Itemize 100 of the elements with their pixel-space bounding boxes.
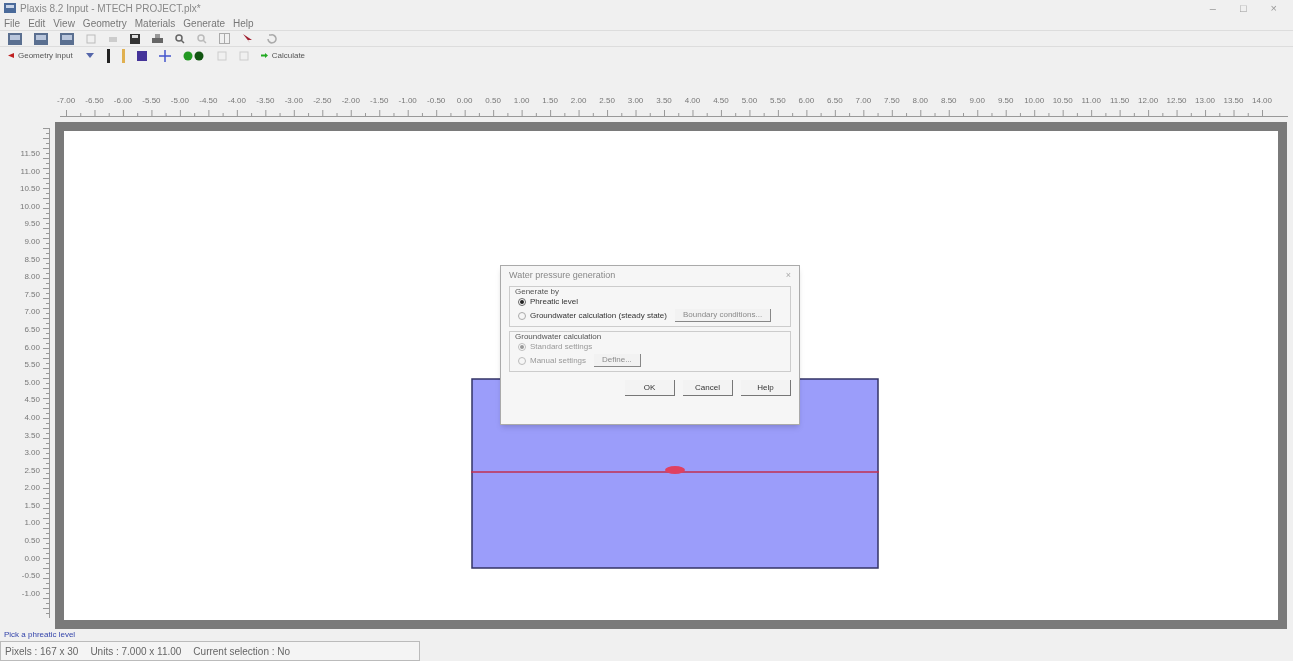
window-title: Plaxis 8.2 Input - MTECH PROJECT.plx* (20, 1, 201, 16)
radio-option[interactable]: Phreatic level (518, 298, 579, 306)
dialog-button[interactable]: Cancel (683, 380, 733, 396)
ruler-label: 1.00 (24, 519, 40, 528)
toolbar-icon[interactable] (34, 32, 48, 45)
ruler-label: -4.50 (199, 97, 218, 105)
ruler-label: 1.50 (24, 501, 40, 510)
close-button[interactable]: × (1270, 0, 1277, 17)
radio-option[interactable]: Groundwater calculation (steady state) (518, 311, 667, 320)
ruler-label: -6.50 (85, 97, 104, 105)
ruler-label: -6.00 (113, 97, 133, 105)
status-text: Current selection : No (193, 644, 291, 659)
ruler-label: 3.50 (656, 97, 672, 105)
save-icon[interactable] (130, 33, 140, 44)
menu-item[interactable]: View (53, 15, 75, 31)
ruler-label: -3.00 (284, 97, 303, 105)
ruler-label: -1.50 (370, 97, 389, 105)
caret-icon[interactable] (84, 51, 95, 60)
ruler-label: 6.50 (24, 325, 40, 334)
ruler-label: 2.50 (599, 97, 615, 105)
ruler-label: -5.50 (142, 97, 161, 105)
toolbar-icon[interactable] (158, 49, 171, 62)
ruler-label: -2.50 (313, 97, 332, 105)
minimize-button[interactable]: – (1209, 0, 1216, 17)
ruler-label: 0.00 (456, 97, 473, 105)
ruler-label: 1.50 (542, 97, 558, 105)
ruler-label: 10.00 (1024, 97, 1045, 105)
radio-button[interactable] (518, 298, 526, 306)
ruler-label: 5.50 (770, 97, 786, 105)
ruler-label: 2.00 (570, 97, 587, 105)
ruler-label: -0.50 (427, 97, 446, 105)
calculate-button[interactable]: Calculate (260, 49, 306, 62)
menu-item[interactable]: Help (233, 15, 254, 31)
ruler-label: 6.00 (24, 343, 40, 352)
ruler-label: -2.00 (341, 97, 360, 105)
app-icon (4, 3, 16, 13)
arrow-icon (8, 53, 14, 58)
ruler-label: 7.00 (24, 308, 40, 317)
ruler-label: 6.00 (798, 97, 815, 105)
ruler-label: 13.50 (1223, 97, 1244, 105)
ruler-label: 7.50 (884, 97, 900, 105)
ruler-label: 13.00 (1195, 97, 1216, 105)
ruler-label: 0.50 (24, 537, 40, 546)
geometry-input-button[interactable]: Geometry input (8, 49, 73, 62)
ruler-label: 5.50 (24, 361, 40, 370)
circles-icon[interactable] (182, 50, 205, 61)
print-icon[interactable] (152, 33, 163, 44)
ruler-label: 8.00 (912, 97, 929, 105)
menu-item[interactable]: Generate (183, 15, 226, 31)
ruler-label: 11.00 (20, 167, 40, 176)
ruler-label: -7.00 (56, 97, 76, 105)
ruler-label: 5.00 (741, 97, 758, 105)
ruler-label: -5.00 (170, 97, 189, 105)
status-hint: Pick a phreatic level (4, 631, 76, 639)
ruler-label: 4.50 (713, 97, 729, 105)
dialog-button[interactable]: OK (625, 380, 675, 396)
ruler-label: -4.00 (227, 97, 246, 105)
ruler-label: 2.50 (24, 466, 40, 475)
dialog-title: Water pressure generation (509, 269, 616, 283)
ruler-label: 9.50 (997, 97, 1014, 105)
ruler-label: -3.50 (256, 97, 275, 105)
phreatic-marker (664, 465, 686, 475)
menu-item[interactable]: Geometry (82, 15, 127, 31)
ruler-label: 8.00 (24, 273, 40, 282)
ruler-label: 7.50 (24, 290, 40, 299)
close-button[interactable]: × (785, 269, 791, 283)
ruler-label: 4.00 (684, 97, 701, 105)
status-text: Pixels : 167 x 30 (5, 644, 79, 659)
toolbar-icon[interactable] (136, 50, 147, 61)
ruler-label: 10.00 (19, 202, 40, 211)
ruler-label: 10.50 (1052, 97, 1073, 105)
ruler-label: 8.50 (24, 255, 40, 264)
maximize-button[interactable]: □ (1239, 0, 1247, 17)
group-title: Generate by (514, 288, 561, 296)
toolbar-icon[interactable] (8, 32, 22, 45)
ruler-label: 3.50 (24, 431, 40, 440)
ruler-label: 2.00 (24, 484, 40, 493)
ruler-label: 9.50 (24, 220, 40, 229)
ruler-label: 0.50 (485, 97, 501, 105)
ruler-label: 8.50 (940, 97, 957, 105)
ruler-label: 11.50 (20, 150, 40, 158)
ruler-label: -1.00 (21, 589, 40, 598)
menu-item[interactable]: File (4, 15, 21, 31)
search-icon[interactable] (175, 33, 185, 44)
ruler-label: 9.00 (969, 97, 985, 105)
ruler-label: 11.50 (1109, 97, 1130, 105)
toolbar-icon[interactable] (60, 32, 74, 45)
dialog-button[interactable]: Help (741, 380, 791, 396)
ruler-label: 11.00 (1081, 97, 1101, 105)
menu-item[interactable]: Edit (28, 15, 46, 31)
group-title: Groundwater calculation (514, 333, 603, 341)
ruler-label: 12.00 (1138, 97, 1159, 105)
ruler-label: 3.00 (627, 97, 644, 105)
ruler-label: 10.50 (19, 185, 40, 194)
ruler-label: 14.00 (1252, 97, 1272, 105)
ruler-label: -1.00 (398, 97, 417, 105)
ruler-label: 4.50 (24, 396, 40, 405)
ruler-label: 4.00 (24, 413, 40, 422)
menu-item[interactable]: Materials (134, 15, 176, 31)
ruler-label: 1.00 (513, 97, 530, 105)
